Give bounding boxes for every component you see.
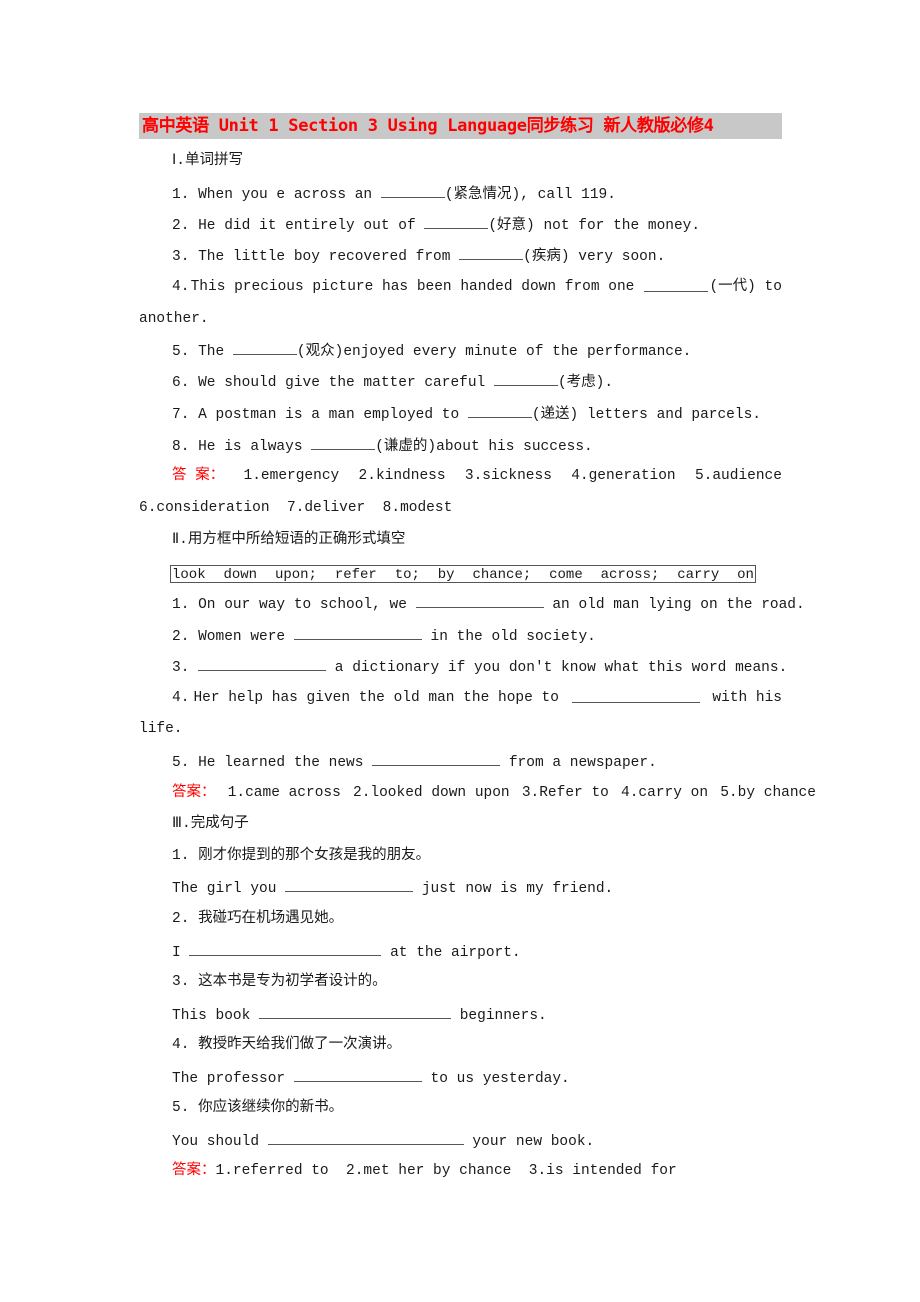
answer-blank bbox=[293, 625, 422, 640]
answer-blank bbox=[267, 1130, 464, 1145]
section3-heading: Ⅲ.完成句子 bbox=[172, 816, 249, 832]
english-sentence: The professor to us yesterday. bbox=[172, 1067, 570, 1089]
exercise-item: 3. The little boy recovered from (疾病) ve… bbox=[172, 245, 665, 267]
answer-blank bbox=[311, 435, 376, 450]
exercise-item: 5. He learned the news from a newspaper. bbox=[172, 751, 657, 773]
answer-label: 答案： bbox=[172, 785, 216, 801]
answer-blank bbox=[293, 1067, 422, 1082]
exercise-item: 8. He is always (谦虚的)about his success. bbox=[172, 435, 593, 457]
exercise-item: 6. We should give the matter careful (考虑… bbox=[172, 371, 613, 393]
answer-blank bbox=[259, 1004, 452, 1019]
chinese-prompt: 1. 刚才你提到的那个女孩是我的朋友。 bbox=[172, 848, 431, 864]
chinese-prompt: 3. 这本书是专为初学者设计的。 bbox=[172, 974, 387, 990]
exercise-item: 5. The (观众)enjoyed every minute of the p… bbox=[172, 340, 691, 362]
answer-blank bbox=[415, 593, 544, 608]
answer-label: 答 案： bbox=[172, 468, 225, 484]
section2-heading: Ⅱ.用方框中所给短语的正确形式填空 bbox=[172, 532, 406, 548]
answer-blank bbox=[232, 340, 297, 355]
answer-blank bbox=[571, 688, 700, 703]
chinese-prompt: 4. 教授昨天给我们做了一次演讲。 bbox=[172, 1037, 402, 1053]
exercise-item: 1. When you e across an (紧急情况), call 119… bbox=[172, 183, 616, 205]
answer-key: 答案：1.referred to 2.met her by chance 3.i… bbox=[172, 1163, 677, 1179]
answer-blank bbox=[644, 277, 709, 292]
chinese-prompt: 2. 我碰巧在机场遇见她。 bbox=[172, 911, 344, 927]
exercise-item: 2. Women were in the old society. bbox=[172, 625, 596, 647]
exercise-item: 4. Her help has given the old man the hop… bbox=[172, 688, 782, 706]
english-sentence: I at the airport. bbox=[172, 941, 521, 963]
english-sentence: The girl you just now is my friend. bbox=[172, 877, 613, 899]
answer-blank bbox=[380, 183, 445, 198]
exercise-item: 3. a dictionary if you don't know what t… bbox=[172, 656, 787, 678]
chinese-prompt: 5. 你应该继续你的新书。 bbox=[172, 1100, 344, 1116]
answer-key: 答案： 1.came across 2.looked down upon 3.Refe… bbox=[172, 785, 816, 801]
answer-label: 答案： bbox=[172, 1163, 216, 1179]
answer-blank bbox=[198, 656, 327, 671]
phrase-box: look down upon; refer to; by chance; com… bbox=[170, 565, 756, 583]
answer-blank bbox=[189, 941, 382, 956]
exercise-item: 4. This precious picture has been handed … bbox=[172, 277, 782, 295]
section1-heading: Ⅰ.单词拼写 bbox=[172, 153, 243, 169]
exercise-item-continuation: life. bbox=[139, 721, 183, 737]
document-page: 高中英语 Unit 1 Section 3 Using Language同步练习… bbox=[0, 0, 920, 1302]
answer-blank bbox=[467, 403, 532, 418]
exercise-item: 1. On our way to school, we an old man l… bbox=[172, 593, 805, 615]
answer-key-continuation: 6.consideration 7.deliver 8.modest bbox=[139, 500, 453, 516]
answer-blank bbox=[459, 245, 524, 260]
answer-blank bbox=[424, 214, 489, 229]
english-sentence: This book beginners. bbox=[172, 1004, 547, 1026]
exercise-item-continuation: another. bbox=[139, 311, 209, 327]
answer-blank bbox=[493, 371, 558, 386]
answer-key: 答 案： 1.emergency 2.kindness 3.sickness 4.gen… bbox=[172, 468, 782, 484]
answer-blank bbox=[285, 877, 414, 892]
document-title: 高中英语 Unit 1 Section 3 Using Language同步练习… bbox=[139, 113, 782, 139]
answer-blank bbox=[372, 751, 501, 766]
exercise-item: 7. A postman is a man employed to (递送) l… bbox=[172, 403, 761, 425]
exercise-item: 2. He did it entirely out of (好意) not fo… bbox=[172, 214, 700, 236]
english-sentence: You should your new book. bbox=[172, 1130, 594, 1152]
